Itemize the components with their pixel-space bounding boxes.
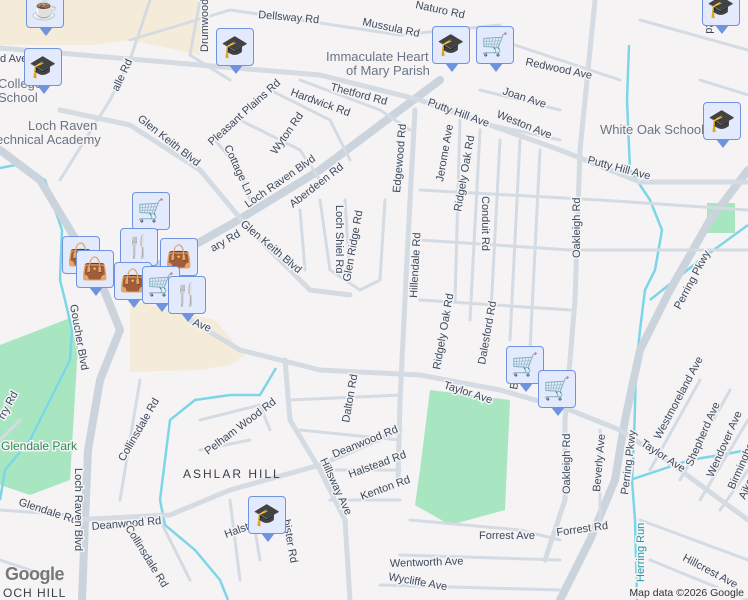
road-label-collinsdale-1: Collinsdale Rd	[116, 396, 162, 463]
road-label-hillsway: Hillsway Ave	[317, 456, 354, 517]
map-marker-grocery[interactable]: 🛒	[132, 192, 170, 238]
road-label-glen-keith-1: Glen Keith Blvd	[135, 113, 202, 169]
map-marker-school[interactable]: 🎓	[216, 28, 254, 74]
road-label-oakleigh-2: Oakleigh Rd	[561, 433, 573, 494]
place-label-immaculate: of Mary Parish	[346, 63, 430, 78]
graduation-cap-icon: 🎓	[29, 54, 57, 79]
shopping-bag-icon: 👜	[81, 256, 109, 281]
map-marker-restaurant[interactable]: 🍴	[168, 276, 206, 322]
road-label-wycliffe: Wycliffe Ave	[387, 571, 448, 593]
graduation-cap-icon: 🎓	[707, 0, 735, 19]
water-label-herring-run: Herring Run	[635, 523, 647, 582]
road-label-kenton: Kenton Rd	[359, 474, 412, 503]
fork-knife-icon: 🍴	[173, 282, 201, 307]
park-label-glendale: Glendale Park	[1, 439, 78, 453]
road-label-cottage: Cottage Ln	[221, 143, 255, 197]
road-label-halst: Halst	[223, 521, 251, 541]
road-label-alle: alle Rd	[110, 57, 135, 93]
shopping-cart-icon: 🛒	[511, 352, 539, 377]
coffee-icon: ☕	[31, 0, 59, 21]
shopping-cart-icon: 🛒	[543, 376, 571, 401]
road-label-forrest-rd: Forrest Rd	[556, 520, 609, 539]
road-label-dalesford: Dalesford Rd	[476, 300, 499, 365]
map-marker-grocery[interactable]: 🛒	[476, 26, 514, 72]
map-marker-shopping[interactable]: 👜	[76, 250, 114, 296]
road-label-pleasant-plains: Pleasant Plains Rd	[206, 77, 283, 148]
road-label-drumwood: Drumwood	[199, 0, 211, 52]
road-label-ridgely-2: Ridgely Oak Rd	[431, 293, 456, 371]
graduation-cap-icon: 🎓	[253, 502, 281, 527]
map-marker-school[interactable]: 🎓	[703, 102, 741, 148]
place-label-white-oak-school: White Oak School	[600, 122, 704, 137]
map-marker-restaurant[interactable]: 🍴	[120, 228, 158, 274]
road-label-beverly: Beverly Ave	[591, 434, 608, 493]
map-canvas[interactable]: Naturo Rd Dellsway Rd Mussula Rd Drumwoo…	[0, 0, 748, 600]
neighborhood-label-loch-hill: OCH HILL	[3, 586, 66, 600]
road-label-oakleigh-1: Oakleigh Rd	[571, 197, 583, 258]
road-label-naturo: Naturo Rd	[414, 0, 466, 21]
cemetery-park-area	[415, 390, 510, 525]
road-label-mussula: Mussula Rd	[361, 16, 420, 40]
road-label-joan: Joan Ave	[501, 85, 548, 110]
map-marker-school[interactable]: 🎓	[248, 496, 286, 542]
perring-pkwy	[556, 166, 748, 600]
graduation-cap-icon: 🎓	[221, 34, 249, 59]
road-label-wentworth: Wentworth Ave	[390, 555, 464, 570]
map-attribution: Map data ©2026 Google	[627, 587, 746, 599]
place-label-loch-raven-academy: echnical Academy	[0, 132, 101, 147]
neighborhood-label-ashlar-hill: ASHLAR HILL	[183, 467, 282, 481]
place-label-loch-raven-academy: Loch Raven	[28, 118, 97, 133]
map-marker-school[interactable]: 🎓	[702, 0, 740, 34]
map-marker-cafe[interactable]: ☕	[26, 0, 64, 36]
road-label-conduit: Conduit Rd	[479, 196, 491, 251]
road-label-dellsway: Dellsway Rd	[258, 9, 320, 26]
shopping-cart-icon: 🛒	[137, 198, 165, 223]
road-label-putty-2: Putty Hill Ave	[586, 154, 652, 182]
road-label-westmoreland: Westmoreland Ave	[652, 355, 706, 442]
graduation-cap-icon: 🎓	[437, 32, 465, 57]
road-label-ridgely-1: Ridgely Oak Rd	[452, 135, 477, 213]
road-label-edgewood: Edgewood Rd	[391, 123, 409, 193]
map-marker-school[interactable]: 🎓	[432, 26, 470, 72]
road-label-forrest-ave: Forrest Ave	[479, 530, 535, 542]
road-label-collinsdale-2: Collinsdale Rd	[122, 523, 170, 590]
graduation-cap-icon: 🎓	[708, 108, 736, 133]
map-marker-school[interactable]: 🎓	[24, 48, 62, 94]
fork-knife-icon: 🍴	[125, 234, 153, 259]
road-label-hillendale: Hillendale Rd	[408, 232, 423, 298]
road-label-jerome: Jerome Ave	[434, 123, 456, 182]
place-label-college: School	[0, 90, 38, 105]
place-label-immaculate: Immaculate Heart	[326, 49, 429, 64]
map-marker-grocery[interactable]: 🛒	[538, 370, 576, 416]
google-logo: Google	[5, 564, 65, 584]
shopping-cart-icon: 🛒	[481, 32, 509, 57]
road-label-loch-raven-2: Loch Raven Blvd	[72, 468, 84, 551]
road-label-glen-keith-2: Glen Keith Blvd	[238, 218, 304, 276]
